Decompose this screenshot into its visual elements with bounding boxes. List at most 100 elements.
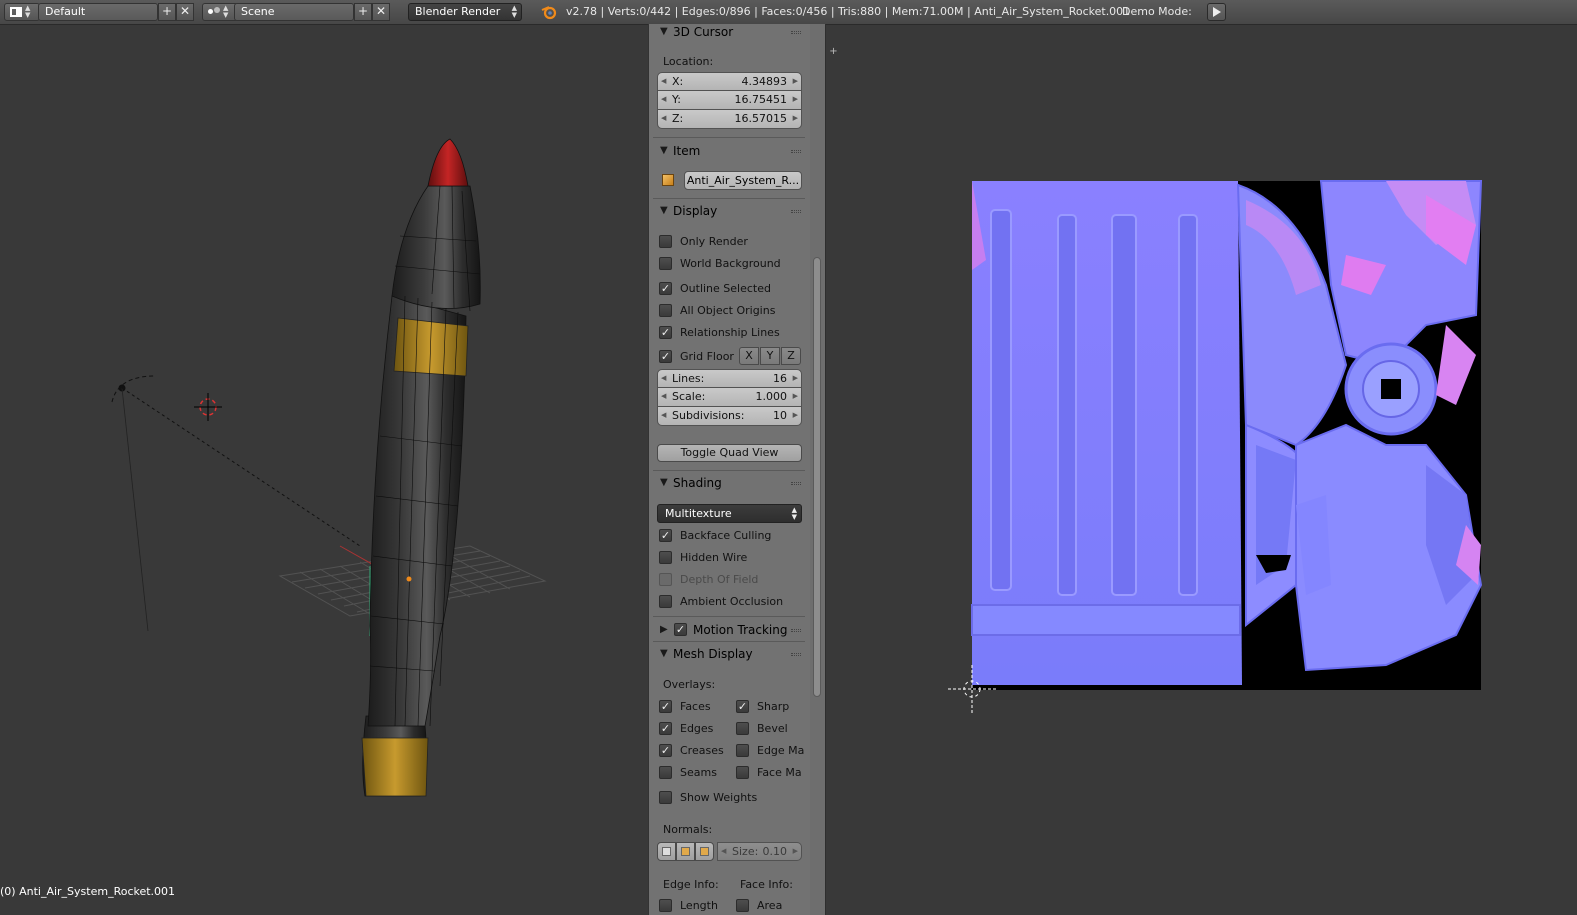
drag-grip-icon[interactable] [791,31,801,34]
grid-scale-field[interactable]: ◀ Scale: 1.000 ▶ [657,388,802,407]
panel-title: Item [673,144,701,158]
shading-mode-select[interactable]: Multitexture ▲ ▼ [657,504,802,523]
render-engine-select[interactable]: Blender Render ▲ ▼ [408,3,522,21]
creases-checkbox[interactable]: ✓ Creases [659,742,724,758]
decrement-arrow-icon[interactable]: ◀ [661,91,666,108]
face-area-checkbox[interactable]: Area [736,897,782,913]
panel-header-item[interactable]: ▼ Item [649,140,810,162]
grid-axis-z-toggle[interactable]: Z [781,347,801,365]
normals-size-field[interactable]: ◀ Size: 0.10 ▶ [717,842,802,861]
scene-name-field[interactable]: Scene [234,3,354,21]
panel-divider [653,641,805,642]
add-scene-button[interactable]: + [354,3,372,21]
seams-checkbox[interactable]: Seams [659,764,717,780]
depth-of-field-checkbox[interactable]: Depth Of Field [659,571,758,587]
checkbox-label: Grid Floor [680,349,734,363]
demo-play-button[interactable] [1207,3,1226,21]
expanded-triangle-icon: ▼ [660,477,668,488]
decrement-arrow-icon[interactable]: ◀ [661,407,666,424]
face-marks-checkbox[interactable]: Face Ma [736,764,802,780]
ambient-occlusion-checkbox[interactable]: Ambient Occlusion [659,593,783,609]
sharp-checkbox[interactable]: ✓ Sharp [736,698,789,714]
remove-layout-button[interactable]: ✕ [176,3,194,21]
scrollbar-thumb[interactable] [813,257,821,697]
properties-scrollbar[interactable] [810,24,826,915]
grid-lines-field[interactable]: ◀ Lines: 16 ▶ [657,369,802,388]
hidden-wire-checkbox[interactable]: Hidden Wire [659,549,747,565]
grid-axis-y-toggle[interactable]: Y [760,347,780,365]
drag-grip-icon[interactable] [791,629,801,632]
checkmark-icon: ✓ [659,699,672,713]
vertex-normals-icon[interactable] [657,842,676,861]
increment-arrow-icon[interactable]: ▶ [793,843,798,860]
scene-browse-button[interactable]: ▲ ▼ [202,3,238,21]
3d-viewport[interactable]: (0) Anti_Air_System_Rocket.001 [0,26,648,915]
uv-image-editor[interactable]: + [826,25,1577,915]
grid-axis-x-toggle[interactable]: X [739,347,759,365]
screen-layout-field[interactable]: Default [38,3,158,21]
face-normals-icon[interactable] [695,842,714,861]
panel-header-motion-tracking[interactable]: ▶ ✓ Motion Tracking [649,619,810,641]
cursor-x-label: X: [672,75,684,88]
increment-arrow-icon[interactable]: ▶ [793,110,798,127]
grid-subdivisions-field[interactable]: ◀ Subdivisions: 10 ▶ [657,407,802,426]
panel-title: Mesh Display [673,647,753,661]
add-layout-button[interactable]: + [158,3,176,21]
increment-arrow-icon[interactable]: ▶ [793,370,798,387]
only-render-checkbox[interactable]: Only Render [659,233,748,249]
render-engine-value: Blender Render [415,5,501,18]
panel-header-display[interactable]: ▼ Display [649,200,810,222]
cursor-z-field[interactable]: ◀ Z: 16.57015 ▶ [657,110,802,129]
edge-length-checkbox[interactable]: Length [659,897,718,913]
decrement-arrow-icon[interactable]: ◀ [661,388,666,405]
toggle-quad-view-button[interactable]: Toggle Quad View [657,444,802,462]
increment-arrow-icon[interactable]: ▶ [793,91,798,108]
all-object-origins-checkbox[interactable]: All Object Origins [659,302,775,318]
decrement-arrow-icon[interactable]: ◀ [661,110,666,127]
backface-culling-checkbox[interactable]: ✓ Backface Culling [659,527,771,543]
checkbox-unchecked-icon [659,572,672,586]
panel-header-mesh-display[interactable]: ▼ Mesh Display [649,643,810,665]
grid-floor-checkbox[interactable]: ✓ Grid Floor [659,348,734,364]
increment-arrow-icon[interactable]: ▶ [793,388,798,405]
motion-tracking-checkbox[interactable]: ✓ [674,623,687,636]
edges-checkbox[interactable]: ✓ Edges [659,720,713,736]
drag-grip-icon[interactable] [791,210,801,213]
drag-grip-icon[interactable] [791,150,801,153]
checkmark-icon: ✓ [659,743,672,757]
bevel-checkbox[interactable]: Bevel [736,720,788,736]
decrement-arrow-icon[interactable]: ◀ [721,843,726,860]
object-name-field[interactable]: Anti_Air_System_R... [684,171,802,190]
checkbox-unchecked-icon [659,256,672,270]
collapsed-triangle-icon: ▶ [660,624,668,635]
normals-toggle-group [657,842,717,861]
cursor-x-field[interactable]: ◀ X: 4.34893 ▶ [657,72,802,91]
increment-arrow-icon[interactable]: ▶ [793,73,798,90]
world-background-checkbox[interactable]: World Background [659,255,781,271]
outline-selected-checkbox[interactable]: ✓ Outline Selected [659,280,771,296]
panel-title: Display [673,204,718,218]
checkbox-label: Only Render [680,234,748,248]
increment-arrow-icon[interactable]: ▶ [793,407,798,424]
edge-marks-checkbox[interactable]: Edge Ma [736,742,804,758]
checkbox-label: Face Ma [757,765,802,779]
relationship-lines-checkbox[interactable]: ✓ Relationship Lines [659,324,780,340]
cursor-y-field[interactable]: ◀ Y: 16.75451 ▶ [657,91,802,110]
grid-lines-value: 16 [773,372,787,385]
split-normals-icon[interactable] [676,842,695,861]
viewport-scene[interactable] [0,26,648,915]
remove-scene-button[interactable]: ✕ [372,3,390,21]
checkbox-label: Relationship Lines [680,325,780,339]
expanded-triangle-icon: ▼ [660,205,668,216]
panel-header-shading[interactable]: ▼ Shading [649,472,810,494]
decrement-arrow-icon[interactable]: ◀ [661,73,666,90]
editor-type-menu[interactable]: ▲ ▼ [4,3,40,21]
decrement-arrow-icon[interactable]: ◀ [661,370,666,387]
checkbox-label: Hidden Wire [680,550,748,564]
expanded-triangle-icon: ▼ [660,648,668,659]
panel-header-3d-cursor[interactable]: ▼ 3D Cursor [649,24,810,43]
drag-grip-icon[interactable] [791,482,801,485]
faces-checkbox[interactable]: ✓ Faces [659,698,711,714]
show-weights-checkbox[interactable]: Show Weights [659,789,757,805]
drag-grip-icon[interactable] [791,653,801,656]
